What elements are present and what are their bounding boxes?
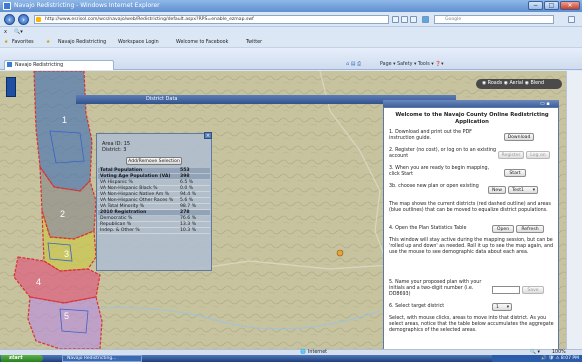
chevron-down-icon: ▾ [532, 188, 535, 193]
open-stats-button[interactable]: Open [492, 225, 514, 233]
plan-select[interactable]: Test1 ▾ [508, 186, 538, 194]
refresh-stats-button[interactable]: Refresh [516, 225, 544, 233]
minimize-button[interactable]: − [528, 1, 543, 10]
step5-text: 5. Name your proposed plan with your ini… [389, 280, 482, 297]
district-label-3: 3 [64, 249, 69, 259]
plan-name-input[interactable] [492, 286, 520, 294]
stats-row: Indep. & Other % 10.3 % [98, 228, 210, 234]
select-note-text: Select, with mouse clicks, areas to move… [389, 316, 554, 333]
step3-text: 3. When you are ready to begin mapping, … [389, 166, 490, 177]
map-note-text: The map shows the current districts (red… [389, 202, 551, 213]
favorites-button[interactable]: Favorites [12, 37, 34, 48]
download-button[interactable]: Download [504, 133, 534, 141]
refresh-icon[interactable] [401, 16, 408, 23]
window-title: Navajo Redistricting - Windows Internet … [14, 2, 160, 9]
plan-select-value: Test1 [512, 188, 524, 193]
district-value: 3 [123, 147, 127, 153]
district-label: District: [102, 147, 122, 153]
new-plan-button[interactable]: New [488, 186, 506, 194]
redistricting-panel: Welcome to the Navajo County Online Redi… [383, 107, 559, 349]
district-label-4: 4 [36, 277, 41, 287]
fav-link-facebook[interactable]: Welcome to Facebook [176, 37, 228, 48]
basemap-toggle[interactable]: ◉ Roads ◉ Aerial ◉ Blend [476, 79, 562, 89]
window-title-bar: Navajo Redistricting - Windows Internet … [0, 0, 582, 12]
step2-text: 2. Register (no cost), or log on to an e… [389, 148, 497, 159]
compat-view-icon[interactable] [392, 16, 399, 23]
district-label-5: 5 [64, 311, 69, 321]
area-id-block: Area ID: 15 District: 3 [102, 141, 130, 153]
district-stats-table: Total Population 553 Voting Age Population… [98, 168, 210, 234]
taskbar-item-ie[interactable]: Navajo Redistricting... [62, 355, 142, 362]
map-zoom-tools[interactable] [6, 77, 16, 97]
panel-title: Welcome to the Navajo County Online Redi… [395, 112, 549, 125]
target-district-select[interactable]: 1 ▾ [492, 303, 512, 311]
start-button[interactable]: start [1, 355, 43, 362]
back-icon[interactable]: ‹ [4, 14, 15, 25]
add-remove-selection-button[interactable]: Add/Remove Selection [126, 157, 182, 165]
fav-link-navajo[interactable]: Navajo Redistricting [58, 37, 106, 48]
log-on-button[interactable]: Log on [526, 151, 550, 159]
favorites-bar: ★ Favorites ★ Navajo Redistricting Works… [0, 37, 582, 48]
city-marker-icon [336, 249, 344, 257]
chevron-down-icon: ▾ [506, 305, 509, 310]
system-tray: 🔊 🛡 ⚠ 8:07 PM [492, 355, 582, 362]
add-favorite-icon[interactable]: ★ [46, 37, 50, 48]
search-input[interactable]: Google [434, 15, 554, 24]
home-feeds-print-icons[interactable]: ⌂ ▤ ⎙ [346, 61, 376, 68]
fav-link-workspace[interactable]: Workspace Login [118, 37, 159, 48]
fav-link-twitter[interactable]: Twitter [246, 37, 262, 48]
district-data-title: District Data [146, 96, 178, 102]
maximize-button[interactable]: □ [544, 1, 559, 10]
district-5-area[interactable] [27, 296, 103, 349]
tab-navajo-redistricting[interactable]: Navajo Redistricting [4, 60, 114, 70]
menu-bar: x 🔍▾ [0, 27, 582, 37]
stats-value: 10.3 % [180, 228, 197, 233]
district-label-1: 1 [62, 115, 67, 125]
stop-icon[interactable] [410, 16, 417, 23]
ie-app-icon [3, 2, 11, 10]
step1-text: 1. Download and print out the PDF instru… [389, 130, 472, 141]
close-menu-button[interactable]: x [4, 27, 7, 37]
step4-text: 4. Open the Plan Statistics Table [389, 226, 467, 231]
close-window-button[interactable]: ✕ [560, 1, 580, 10]
search-menu-icon[interactable]: 🔍▾ [14, 27, 23, 37]
tab-favicon-icon [7, 62, 12, 67]
address-input[interactable]: http://www.esrisol.com/wcs/navajo/web/Re… [34, 15, 389, 24]
window-note-text: This window will stay active during the … [389, 238, 554, 255]
search-icon[interactable] [568, 16, 575, 23]
forward-icon[interactable]: › [18, 14, 29, 25]
district-label-2: 2 [60, 209, 65, 219]
page-content: 1 2 3 4 5 ◉ Roads ◉ Aerial ◉ Blend Distr… [0, 71, 566, 349]
popup-close-icon[interactable]: × [204, 132, 212, 139]
command-bar[interactable]: Page ▾ Safety ▾ Tools ▾ ❓▾ [380, 60, 444, 69]
save-plan-button[interactable]: Save [522, 286, 544, 294]
register-button[interactable]: Register [498, 151, 524, 159]
stats-label: Indep. & Other % [100, 228, 140, 233]
page-favicon-icon [36, 17, 41, 22]
target-district-value: 1 [496, 305, 499, 310]
page-scrollbar[interactable] [566, 71, 582, 349]
start-button[interactable]: Start [504, 169, 526, 177]
step3b-text: 3b. choose new plan or open existing [389, 184, 479, 189]
search-provider-icon[interactable] [422, 16, 429, 23]
favorites-star-icon[interactable]: ★ [4, 37, 8, 48]
step6-text: 6. Select target district [389, 304, 445, 309]
